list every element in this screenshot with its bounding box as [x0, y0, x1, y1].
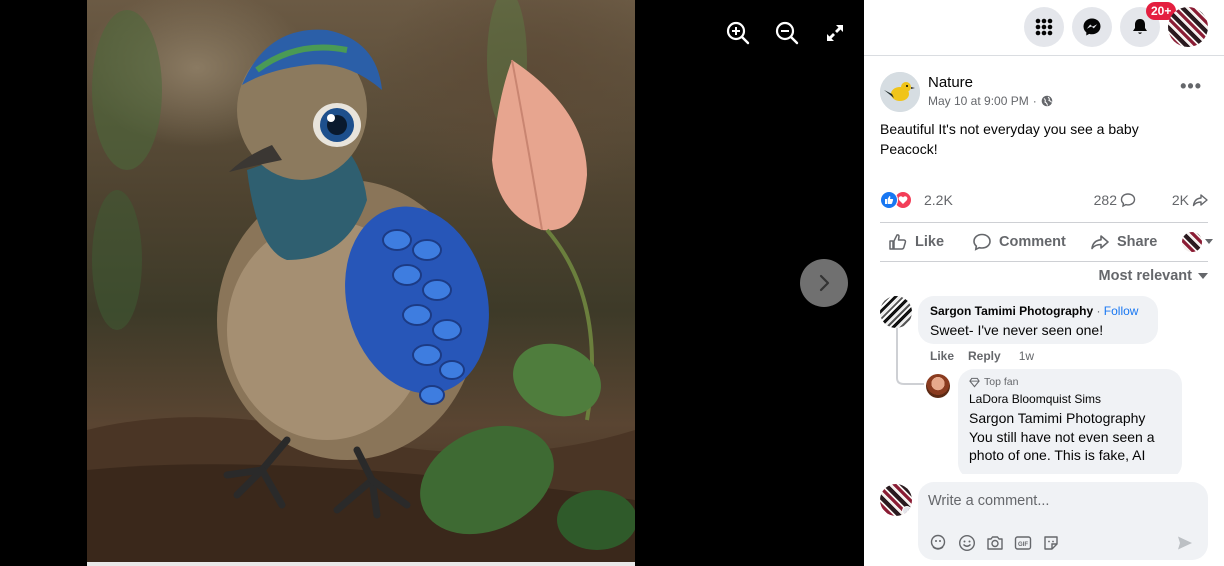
comment-sort-dropdown[interactable]: Most relevant — [1099, 268, 1208, 284]
yellow-bird-logo — [880, 72, 920, 112]
globe-icon — [1041, 95, 1053, 107]
gif-icon[interactable]: GIF — [1014, 534, 1032, 552]
emoji-icon[interactable] — [958, 534, 976, 552]
reply-mention[interactable]: Sargon Tamimi Photography — [969, 409, 1171, 427]
next-photo-button[interactable] — [800, 259, 848, 307]
share-arrow-icon — [1192, 194, 1208, 207]
share-label: Share — [1117, 234, 1158, 250]
commenter-avatar[interactable] — [880, 296, 912, 328]
comment-author[interactable]: Sargon Tamimi Photography — [930, 304, 1093, 318]
post-actions: Like Comment Share — [880, 222, 1213, 262]
reply-thread-connector — [896, 328, 924, 385]
comment-icon — [973, 233, 991, 251]
zoom-out-icon[interactable] — [774, 20, 800, 46]
camera-icon[interactable] — [986, 534, 1004, 552]
top-fan-label: Top fan — [984, 376, 1019, 388]
comment-author-line: Sargon Tamimi Photography · Follow — [930, 304, 1146, 318]
caret-down-icon — [1198, 272, 1208, 279]
page-name-link[interactable]: Nature — [928, 74, 973, 91]
like-button[interactable]: Like — [888, 231, 944, 253]
author-follow-separator: · — [1093, 304, 1104, 318]
top-fan-badge: Top fan — [969, 376, 1171, 388]
like-reaction-icon[interactable] — [880, 191, 898, 209]
comment-composer: GIF — [864, 474, 1224, 566]
reply-bubble: Top fan LaDora Bloomquist Sims Sargon Ta… — [958, 369, 1182, 479]
comment-bubble: Sargon Tamimi Photography · Follow Sweet… — [918, 296, 1158, 344]
comment-age[interactable]: 1w — [1019, 349, 1034, 363]
account-avatar[interactable] — [1168, 7, 1208, 47]
comment-bubble-icon — [1120, 193, 1136, 208]
avatar-sticker-icon[interactable] — [929, 534, 947, 552]
zoom-in-icon[interactable] — [725, 20, 751, 46]
page-avatar[interactable] — [880, 72, 920, 112]
post-text: Beautiful It's not everyday you see a ba… — [880, 121, 1139, 157]
react-as-selector[interactable] — [1182, 231, 1213, 253]
reactions-summary: 2.2K 282 2K — [880, 188, 1208, 212]
thumbs-up-icon — [889, 234, 907, 250]
share-count[interactable]: 2K — [1172, 192, 1208, 208]
comment-count-value: 282 — [1093, 192, 1117, 208]
share-button[interactable]: Share — [1090, 231, 1157, 253]
like-label: Like — [915, 234, 945, 250]
reply-text: You still have not even seen a photo of … — [969, 429, 1155, 463]
post-options-icon[interactable]: ••• — [1180, 76, 1202, 97]
post-header: Nature May 10 at 9:00 PM · ••• — [880, 72, 1210, 112]
menu-button[interactable] — [1024, 7, 1064, 47]
bell-icon — [1133, 19, 1147, 34]
comment-sort-label: Most relevant — [1098, 268, 1192, 284]
comment-reply-link[interactable]: Reply — [968, 349, 1001, 363]
comment-actions: Like Reply 1w — [930, 349, 1034, 363]
messenger-icon — [1083, 18, 1101, 36]
composer-avatar — [880, 484, 912, 516]
photo-viewer — [0, 0, 864, 566]
expand-icon[interactable] — [822, 20, 848, 46]
send-icon[interactable] — [1176, 534, 1194, 552]
share-count-value: 2K — [1171, 192, 1189, 208]
reply-author-avatar[interactable] — [926, 374, 950, 398]
share-icon — [1091, 235, 1109, 250]
caret-down-icon — [1205, 239, 1213, 244]
top-bar: 20+ — [864, 0, 1224, 56]
comment-count[interactable]: 282 — [1094, 192, 1136, 208]
post-photo[interactable] — [87, 0, 635, 566]
sticker-icon[interactable] — [1042, 534, 1060, 552]
chevron-right-icon — [819, 274, 830, 292]
reply-author[interactable]: LaDora Bloomquist Sims — [969, 392, 1171, 406]
comment-text: Sweet- I've never seen one! — [930, 322, 1104, 338]
svg-text:GIF: GIF — [1018, 542, 1028, 548]
baby-peacock-illustration — [87, 0, 635, 566]
comment-input[interactable] — [928, 490, 1188, 512]
selector-avatar — [1182, 232, 1202, 252]
comment-like-link[interactable]: Like — [930, 349, 954, 363]
comment-label: Comment — [999, 234, 1066, 250]
comment-button[interactable]: Comment — [972, 231, 1066, 253]
follow-link[interactable]: Follow — [1104, 304, 1139, 318]
grid-menu-icon — [1035, 18, 1053, 36]
reaction-count[interactable]: 2.2K — [924, 192, 953, 208]
meta-separator: · — [1032, 94, 1037, 108]
photo-bottom-edge — [87, 562, 635, 566]
post-meta: May 10 at 9:00 PM · — [928, 94, 1053, 108]
comment-input-container: GIF — [918, 482, 1208, 560]
diamond-icon — [969, 377, 980, 387]
post-timestamp[interactable]: May 10 at 9:00 PM — [928, 94, 1029, 108]
messenger-button[interactable] — [1072, 7, 1112, 47]
post-side-panel: 20+ Nature May 10 at 9:00 PM · ••• Beaut… — [864, 0, 1224, 566]
